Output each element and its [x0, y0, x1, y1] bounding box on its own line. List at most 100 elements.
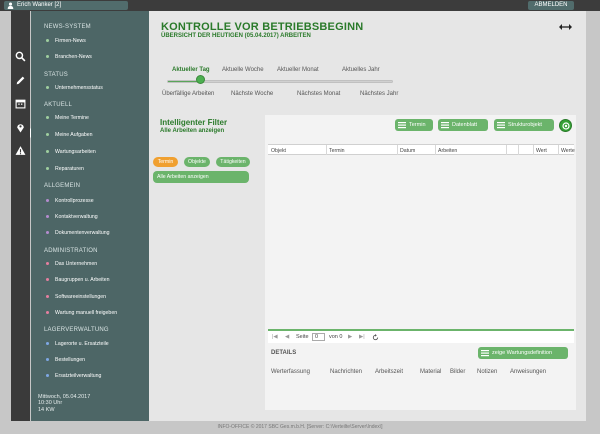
column-wert[interactable]: Wert: [536, 148, 547, 154]
timeline-option-naechste-woche[interactable]: Nächste Woche: [231, 91, 273, 97]
sidebar-item-baugruppen[interactable]: Baugruppen u. Arbeiten: [46, 277, 110, 283]
column-werte[interactable]: Werte: [561, 148, 575, 154]
main-content: KONTROLLE VOR BETRIEBSBEGINN ÜBERSICHT D…: [149, 11, 586, 421]
sidebar-item-meine-aufgaben[interactable]: Meine Aufgaben: [46, 132, 93, 138]
page-count: von 0: [329, 334, 343, 340]
nav-heading: ADMINISTRATION: [44, 248, 98, 254]
sidebar-item-bestellungen[interactable]: Bestellungen: [46, 357, 85, 363]
nav-dot: [46, 231, 49, 234]
nav-dot: [46, 215, 49, 218]
filter-chip-objekte[interactable]: Objekte: [184, 157, 210, 167]
next-page-icon[interactable]: ▶: [348, 334, 352, 340]
work-panel: Termin Datenblatt Strukturobjekt Objekt …: [265, 115, 576, 410]
filter-chip-termin[interactable]: Termin: [153, 157, 178, 167]
target-icon: [562, 122, 570, 130]
table-body: [268, 155, 574, 330]
nav-dot: [46, 311, 49, 314]
column-separator: [326, 145, 327, 155]
user-name: Erich Wanker [2]: [17, 2, 62, 8]
sidebar-item-meine-termine[interactable]: Meine Termine: [46, 115, 89, 121]
search-icon[interactable]: [15, 51, 26, 62]
nav-dot: [46, 358, 49, 361]
sidebar-item-ersatzteilverwaltung[interactable]: Ersatzteilverwaltung: [46, 373, 101, 379]
sidebar-item-firmen-news[interactable]: Firmen-News: [46, 38, 86, 44]
column-separator: [435, 145, 436, 155]
calendar-icon[interactable]: [15, 98, 26, 109]
timeline-option-aktueller-monat[interactable]: Aktueller Monat: [277, 67, 319, 73]
sidebar-item-softwareeinstellungen[interactable]: Softwareeinstellungen: [46, 294, 106, 300]
first-page-icon[interactable]: |◀: [272, 334, 278, 340]
tab-material[interactable]: Material: [420, 369, 441, 375]
timeline-slider-handle[interactable]: [196, 75, 205, 84]
nav-dot: [46, 150, 49, 153]
column-separator: [397, 145, 398, 155]
prev-page-icon[interactable]: ◀: [285, 334, 289, 340]
pencil-icon[interactable]: [15, 75, 26, 86]
nav-dot: [46, 295, 49, 298]
sidebar-item-reparaturen[interactable]: Reparaturen: [46, 166, 84, 172]
column-separator: [558, 145, 559, 155]
nav-dot: [46, 374, 49, 377]
list-icon: [497, 122, 505, 129]
expand-horizontal-icon[interactable]: [559, 23, 572, 31]
sidebar-item-branchen-news[interactable]: Branchen-News: [46, 54, 92, 60]
column-arbeiten[interactable]: Arbeiten: [438, 148, 457, 154]
show-all-button[interactable]: Alle Arbeiten anzeigen: [153, 171, 249, 183]
timeline-option-ueberfaellig[interactable]: Überfällige Arbeiten: [162, 91, 214, 97]
nav-dot: [46, 262, 49, 265]
datenblatt-button[interactable]: Datenblatt: [438, 119, 488, 131]
tab-bilder[interactable]: Bilder: [450, 369, 465, 375]
sidebar-item-kontaktverwaltung[interactable]: Kontaktverwaltung: [46, 214, 98, 220]
column-datum[interactable]: Datum: [400, 148, 415, 154]
sidebar-item-wartung-freigeben[interactable]: Wartung manuell freigeben: [46, 310, 117, 316]
footer: INFO-OFFICE © 2017 SBC Ges.m.b.H. [Serve…: [217, 424, 383, 430]
list-icon: [481, 350, 489, 357]
nav-heading: AKTUELL: [44, 102, 73, 108]
page-label: Seite: [296, 334, 309, 340]
warning-icon[interactable]: [15, 145, 26, 156]
nav-heading: ALLGEMEIN: [44, 183, 81, 189]
sidebar-item-wartungsarbeiten[interactable]: Wartungsarbeiten: [46, 149, 96, 155]
filter-chip-taetigkeiten[interactable]: Tätigkeiten: [216, 157, 250, 167]
tab-notizen[interactable]: Notizen: [477, 369, 497, 375]
tab-nachrichten[interactable]: Nachrichten: [330, 369, 362, 375]
page-title: KONTROLLE VOR BETRIEBSBEGINN: [161, 21, 364, 33]
list-icon: [441, 122, 449, 129]
last-page-icon[interactable]: ▶|: [359, 334, 365, 340]
timeline-option-aktuelle-woche[interactable]: Aktuelle Woche: [222, 67, 264, 73]
sidebar-nav: NEWS-SYSTEM Firmen-News Branchen-News ST…: [31, 11, 149, 421]
add-button[interactable]: [559, 119, 572, 132]
refresh-icon[interactable]: [372, 334, 379, 341]
column-separator: [506, 145, 507, 155]
location-icon[interactable]: [15, 122, 26, 133]
tab-anweisungen[interactable]: Anweisungen: [510, 369, 546, 375]
column-objekt[interactable]: Objekt: [271, 148, 286, 154]
column-separator: [533, 145, 534, 155]
tab-arbeitszeit[interactable]: Arbeitszeit: [375, 369, 403, 375]
timeline-option-aktueller-tag[interactable]: Aktueller Tag: [172, 67, 210, 73]
sidebar-item-das-unternehmen[interactable]: Das Unternehmen: [46, 261, 97, 267]
user-button[interactable]: Erich Wanker [2]: [4, 1, 128, 10]
nav-dot: [46, 199, 49, 202]
timeline-option-naechstes-monat[interactable]: Nächstes Monat: [297, 91, 340, 97]
page-number-input[interactable]: 0: [312, 333, 325, 341]
sidebar-item-unternehmensstatus[interactable]: Unternehmensstatus: [46, 85, 103, 91]
show-maintenance-definition-button[interactable]: zeige Wartungsdefinition: [478, 347, 568, 359]
timeline-option-naechstes-jahr[interactable]: Nächstes Jahr: [360, 91, 398, 97]
nav-dot: [46, 133, 49, 136]
user-icon: [7, 2, 14, 9]
sidebar-item-kontrollprozesse[interactable]: Kontrollprozesse: [46, 198, 94, 204]
nav-dot: [46, 39, 49, 42]
timeline-option-aktuelles-jahr[interactable]: Aktuelles Jahr: [342, 67, 380, 73]
termin-button[interactable]: Termin: [395, 119, 433, 131]
nav-dot: [46, 55, 49, 58]
sidebar-item-dokumentenverwaltung[interactable]: Dokumentenverwaltung: [46, 230, 110, 236]
strukturobjekt-button[interactable]: Strukturobjekt: [494, 119, 554, 131]
column-termin[interactable]: Termin: [329, 148, 345, 154]
sidebar-item-lagerorte[interactable]: Lagerorte u. Ersatzteile: [46, 341, 109, 347]
nav-heading: STATUS: [44, 72, 68, 78]
tab-werterfassung[interactable]: Werterfassung: [271, 369, 310, 375]
filter-subtitle: Alle Arbeiten anzeigen: [160, 128, 225, 134]
nav-heading: NEWS-SYSTEM: [44, 24, 91, 30]
logout-button[interactable]: ABMELDEN: [528, 1, 574, 10]
